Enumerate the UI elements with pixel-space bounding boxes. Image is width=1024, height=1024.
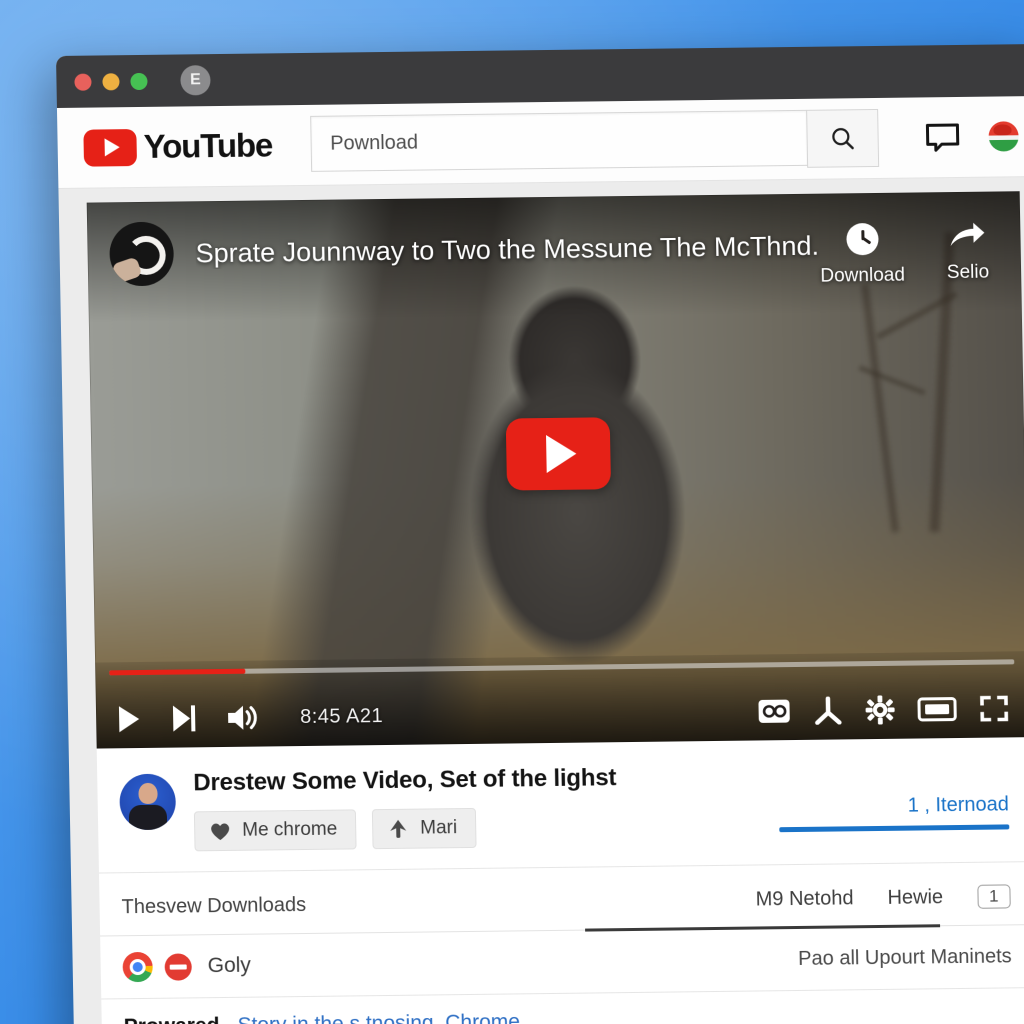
progress-fill	[109, 668, 246, 676]
chrome-icon	[122, 951, 153, 983]
download-row[interactable]: Goly Pao all Upourt Maninets	[100, 925, 1024, 998]
youtube-header: YouTube Pownload	[56, 95, 1024, 189]
video-player[interactable]: Sprate Jounnway to Two the Messune The M…	[86, 191, 1024, 749]
share-button-label: Mari	[420, 817, 458, 839]
downloads-section-title: Thesvew Downloads	[121, 893, 307, 918]
block-icon	[164, 952, 192, 981]
cast-icon[interactable]	[924, 122, 961, 152]
search-input[interactable]: Pownload	[309, 109, 808, 172]
miniplayer-icon[interactable]	[917, 696, 957, 722]
close-window-button[interactable]	[74, 73, 92, 91]
settings-gear-icon[interactable]	[865, 695, 896, 725]
downloads-section: Thesvew Downloads M9 Netohd Hewie 1 Goly…	[98, 862, 1024, 1024]
time-display: 8:45 A21	[299, 704, 384, 728]
video-meta-body: Drestew Some Video, Set of the lighst Me…	[193, 762, 780, 852]
next-track-icon[interactable]	[170, 703, 199, 733]
play-icon[interactable]	[116, 704, 143, 734]
volume-icon[interactable]	[226, 703, 261, 733]
downloads-tab-view[interactable]: Hewie	[887, 886, 943, 910]
overlay-share-label: Selio	[946, 261, 990, 284]
active-tab-underline	[779, 824, 1010, 833]
extension-badge[interactable]: E	[180, 65, 211, 96]
header-icon-group	[924, 121, 1019, 152]
player-controls-left: 8:45 A21	[116, 701, 384, 734]
downloads-count-link[interactable]: 1 , Iternoad	[779, 793, 1009, 819]
player-overlay-header: Sprate Jounnway to Two the Messune The M…	[87, 191, 1022, 296]
clock-icon	[845, 222, 879, 256]
desktop-background: E YouTube Pownload Sprate Jounnway to Tw…	[0, 0, 1024, 1024]
player-overlay-actions: Download Selio	[819, 222, 989, 288]
captions-icon[interactable]	[757, 698, 791, 724]
like-button[interactable]: Me chrome	[193, 809, 357, 852]
video-title: Drestew Some Video, Set of the lighst	[193, 764, 617, 797]
download-row-status: Pao all Upourt Maninets	[798, 944, 1012, 970]
search-button[interactable]	[806, 108, 880, 168]
download-row-label: Goly	[207, 953, 252, 978]
channel-avatar[interactable]	[109, 221, 175, 287]
youtube-logo-text: YouTube	[143, 126, 273, 165]
autoplay-icon[interactable]	[813, 696, 844, 725]
downloads-tab-method[interactable]: M9 Netohd	[755, 887, 853, 911]
browser-window-wrapper: E YouTube Pownload Sprate Jounnway to Tw…	[56, 43, 1024, 1024]
downloads-header-actions: M9 Netohd Hewie 1	[755, 884, 1011, 911]
progress-scrubber[interactable]	[109, 659, 1015, 676]
uploader-avatar[interactable]	[119, 773, 177, 831]
big-play-button[interactable]	[505, 416, 611, 491]
youtube-play-logo-icon	[83, 128, 138, 167]
downloads-footer-label: Prowared	[124, 1014, 220, 1024]
heart-icon	[211, 823, 230, 841]
overlay-download-label: Download	[820, 264, 906, 287]
like-button-label: Me chrome	[242, 818, 338, 841]
fullscreen-icon[interactable]	[979, 694, 1010, 722]
zoom-window-button[interactable]	[130, 72, 148, 90]
player-control-bar: 8:45 A21	[95, 651, 1024, 749]
overlay-share-button[interactable]: Selio	[946, 222, 989, 287]
video-meta-right: 1 , Iternoad	[778, 759, 1010, 833]
player-overlay-title: Sprate Jounnway to Two the Messune The M…	[195, 230, 820, 269]
search-icon	[832, 128, 854, 150]
downloads-counter-badge: 1	[976, 884, 1011, 909]
page-content: Sprate Jounnway to Two the Messune The M…	[58, 176, 1024, 1024]
minimize-window-button[interactable]	[102, 72, 120, 90]
downloads-footer-link[interactable]: Story in the s tnosing. Chrome	[237, 1010, 520, 1024]
player-buttons-row: 8:45 A21	[96, 693, 1024, 734]
overlay-download-button[interactable]: Download	[819, 222, 906, 288]
account-avatar[interactable]	[988, 121, 1019, 152]
browser-window: E YouTube Pownload Sprate Jounnway to Tw…	[56, 43, 1024, 1024]
search-group: Pownload	[309, 108, 880, 174]
share-icon	[390, 819, 407, 838]
share-button[interactable]: Mari	[371, 807, 477, 850]
video-meta-row: Drestew Some Video, Set of the lighst Me…	[96, 737, 1024, 874]
video-action-buttons: Me chrome Mari	[193, 804, 780, 852]
share-arrow-icon	[950, 222, 985, 247]
youtube-logo[interactable]: YouTube	[83, 126, 273, 167]
player-controls-right	[757, 693, 1010, 726]
search-input-value: Pownload	[330, 131, 419, 155]
